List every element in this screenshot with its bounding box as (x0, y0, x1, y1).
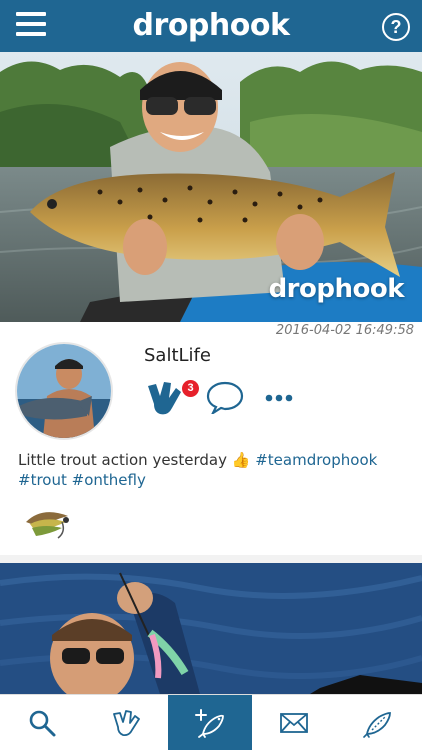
user-avatar[interactable] (15, 342, 113, 440)
ocean-photo-illustration (0, 563, 422, 694)
post-username[interactable]: SaltLife (144, 345, 211, 366)
more-options-button[interactable] (264, 388, 296, 408)
tab-hooks[interactable] (84, 695, 168, 750)
tab-measure[interactable] (336, 695, 420, 750)
post-photo[interactable]: drophook (0, 52, 422, 322)
next-post-photo[interactable] (0, 563, 422, 694)
post-actions: 3 (144, 378, 314, 418)
caption-text: Little trout action yesterday (18, 451, 232, 469)
add-fish-icon (195, 709, 224, 738)
ellipsis-icon (265, 394, 293, 402)
hashtag[interactable]: #onthefly (72, 471, 146, 489)
tab-search[interactable] (0, 695, 84, 750)
hook-hand-icon (113, 710, 140, 737)
hashtag[interactable]: #trout (18, 471, 67, 489)
avatar-image (17, 344, 111, 438)
hook-like-button[interactable]: 3 (144, 378, 199, 418)
help-icon[interactable]: ? (382, 13, 410, 41)
bottom-tab-bar (0, 694, 422, 750)
fly-lure-image (26, 512, 69, 539)
search-icon (29, 710, 56, 737)
fish-ruler-icon (363, 712, 391, 738)
app-title: drophook (132, 8, 290, 43)
post-caption: Little trout action yesterday 👍 #teamdro… (18, 450, 410, 490)
app-logo: drophook (0, 8, 422, 43)
hashtag[interactable]: #teamdrophook (255, 451, 377, 469)
tab-messages[interactable] (252, 695, 336, 750)
envelope-icon (280, 713, 308, 733)
hook-hand-icon (148, 382, 181, 415)
fly-lure-icon[interactable] (22, 498, 74, 546)
speech-bubble-icon (206, 381, 244, 417)
top-bar: drophook ? (0, 0, 422, 52)
tab-add-catch[interactable] (168, 695, 252, 750)
post-divider (0, 555, 422, 563)
comment-button[interactable] (206, 380, 246, 417)
thumbs-up-emoji: 👍 (231, 451, 251, 469)
post-timestamp: 2016-04-02 16:49:58 (275, 323, 414, 338)
likes-count-badge: 3 (182, 380, 199, 397)
app-screen: drophook ? drophook 2016-04-02 16:49:58 … (0, 0, 422, 750)
photo-watermark: drophook (268, 274, 405, 304)
